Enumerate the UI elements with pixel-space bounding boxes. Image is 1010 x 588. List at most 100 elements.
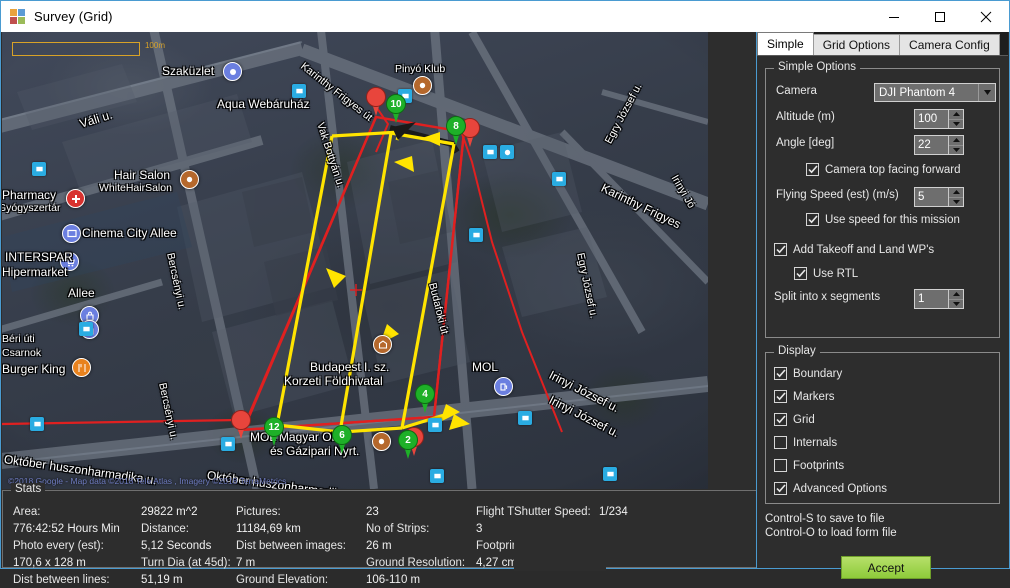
waypoint-pin[interactable]: 6: [332, 425, 352, 455]
checkbox-box[interactable]: [794, 267, 807, 280]
home-marker-pin[interactable]: [231, 410, 251, 440]
waypoint-number: 2: [398, 430, 418, 450]
waypoint-pin[interactable]: 12: [264, 417, 284, 447]
stats-cell: No of Strips:: [366, 522, 476, 537]
use-speed-checkbox[interactable]: Use speed for this mission: [806, 213, 960, 226]
maximize-button[interactable]: [917, 1, 963, 32]
spin-up-icon[interactable]: [949, 110, 963, 120]
close-button[interactable]: [963, 1, 1009, 32]
transit-icon[interactable]: [518, 411, 532, 425]
minimize-button[interactable]: [871, 1, 917, 32]
camera-top-facing-forward-checkbox[interactable]: Camera top facing forward: [806, 163, 961, 176]
display-checkbox-advanced-options[interactable]: Advanced Options: [774, 482, 887, 495]
transit-icon[interactable]: [292, 84, 306, 98]
poi-pharmacy-icon[interactable]: [66, 189, 85, 208]
poi-mol-icon[interactable]: [494, 377, 513, 396]
angle-stepper[interactable]: 22: [914, 135, 964, 155]
camera-select[interactable]: DJI Phantom 4: [874, 83, 996, 102]
poi-gas-station-icon[interactable]: [372, 432, 391, 451]
stats-cell: 23: [366, 505, 476, 520]
poi-cinema-icon[interactable]: [62, 224, 81, 243]
title-bar: Survey (Grid): [1, 1, 1009, 32]
poi-szakuzlet-icon[interactable]: [223, 62, 242, 81]
waypoint-number: 6: [332, 425, 352, 445]
add-takeoff-land-checkbox[interactable]: Add Takeoff and Land WP's: [774, 243, 934, 256]
waypoint-pin[interactable]: 4: [415, 384, 435, 414]
stats-cell: [514, 539, 606, 554]
checkbox-box[interactable]: [774, 413, 787, 426]
flying-speed-stepper[interactable]: 5: [914, 187, 964, 207]
split-segments-value[interactable]: 1: [915, 290, 948, 308]
transit-icon[interactable]: [428, 418, 442, 432]
transit-icon[interactable]: [483, 145, 497, 159]
spin-up-icon[interactable]: [949, 136, 963, 146]
transit-icon[interactable]: [79, 322, 93, 336]
altitude-row: Altitude (m): [776, 111, 835, 123]
display-checkbox-internals[interactable]: Internals: [774, 436, 837, 449]
chevron-down-icon[interactable]: [978, 84, 995, 101]
spin-up-icon[interactable]: [949, 290, 963, 300]
use-rtl-checkbox[interactable]: Use RTL: [794, 267, 858, 280]
checkbox-box[interactable]: [774, 482, 787, 495]
altitude-spin-buttons[interactable]: [948, 110, 963, 128]
tab-grid-options[interactable]: Grid Options: [813, 34, 900, 55]
tab-simple[interactable]: Simple: [757, 32, 814, 55]
spin-down-icon[interactable]: [949, 120, 963, 129]
poi-pinyo-klub-icon[interactable]: [413, 76, 432, 95]
poi-burger-king-icon[interactable]: [72, 358, 91, 377]
transit-icon[interactable]: [500, 145, 514, 159]
transit-icon[interactable]: [430, 469, 444, 483]
waypoint-pin[interactable]: 8: [446, 116, 466, 146]
poi-interspar-icon[interactable]: [60, 252, 79, 271]
map-canvas[interactable]: 100m: [2, 32, 708, 489]
spin-up-icon[interactable]: [949, 188, 963, 198]
hint-save: Control-S to save to file: [765, 512, 885, 526]
altitude-stepper[interactable]: 100: [914, 109, 964, 129]
checkbox-box[interactable]: [774, 436, 787, 449]
poi-hair-salon-icon[interactable]: [180, 170, 199, 189]
spin-down-icon[interactable]: [949, 198, 963, 207]
checkbox-box[interactable]: [774, 459, 787, 472]
display-checkbox-label: Internals: [793, 437, 837, 449]
angle-spin-buttons[interactable]: [948, 136, 963, 154]
home-marker-pin[interactable]: [366, 87, 386, 117]
transit-icon[interactable]: [552, 172, 566, 186]
checkbox-box[interactable]: [774, 390, 787, 403]
transit-icon[interactable]: [603, 467, 617, 481]
display-checkbox-markers[interactable]: Markers: [774, 390, 835, 403]
angle-value[interactable]: 22: [915, 136, 948, 154]
display-checkbox-label: Boundary: [793, 368, 842, 380]
spin-down-icon[interactable]: [949, 300, 963, 309]
spin-down-icon[interactable]: [949, 146, 963, 155]
split-segments-stepper[interactable]: 1: [914, 289, 964, 309]
display-checkbox-label: Footprints: [793, 460, 844, 472]
display-checkbox-grid[interactable]: Grid: [774, 413, 815, 426]
add-takeoff-land-label: Add Takeoff and Land WP's: [793, 244, 934, 256]
checkbox-box[interactable]: [774, 367, 787, 380]
altitude-value[interactable]: 100: [915, 110, 948, 128]
transit-icon[interactable]: [32, 162, 46, 176]
transit-icon[interactable]: [469, 228, 483, 242]
map-scale-label: 100m: [145, 41, 165, 50]
flying-speed-value[interactable]: 5: [915, 188, 948, 206]
stats-cell: Area:: [13, 505, 141, 520]
transit-icon[interactable]: [30, 417, 44, 431]
survey-grid-window: Survey (Grid): [0, 0, 1010, 569]
use-rtl-label: Use RTL: [813, 268, 858, 280]
split-spin-buttons[interactable]: [948, 290, 963, 308]
stats-cell: 11184,69 km: [236, 522, 366, 537]
simple-options-group: Simple Options Camera DJI Phantom 4 Alti…: [765, 68, 1000, 338]
poi-foldhivatal-icon[interactable]: [373, 335, 392, 354]
checkbox-box[interactable]: [806, 213, 819, 226]
waypoint-pin[interactable]: 10: [386, 94, 406, 124]
waypoint-pin[interactable]: 2: [398, 430, 418, 460]
checkbox-box[interactable]: [806, 163, 819, 176]
stats-cell: Ground Elevation:: [236, 573, 366, 588]
display-checkbox-footprints[interactable]: Footprints: [774, 459, 844, 472]
checkbox-box[interactable]: [774, 243, 787, 256]
stats-cell: Shutter Speed:: [514, 505, 606, 520]
tab-camera-config[interactable]: Camera Config: [899, 34, 1000, 55]
accept-button[interactable]: Accept: [841, 556, 931, 579]
flying-speed-spin-buttons[interactable]: [948, 188, 963, 206]
display-checkbox-boundary[interactable]: Boundary: [774, 367, 842, 380]
